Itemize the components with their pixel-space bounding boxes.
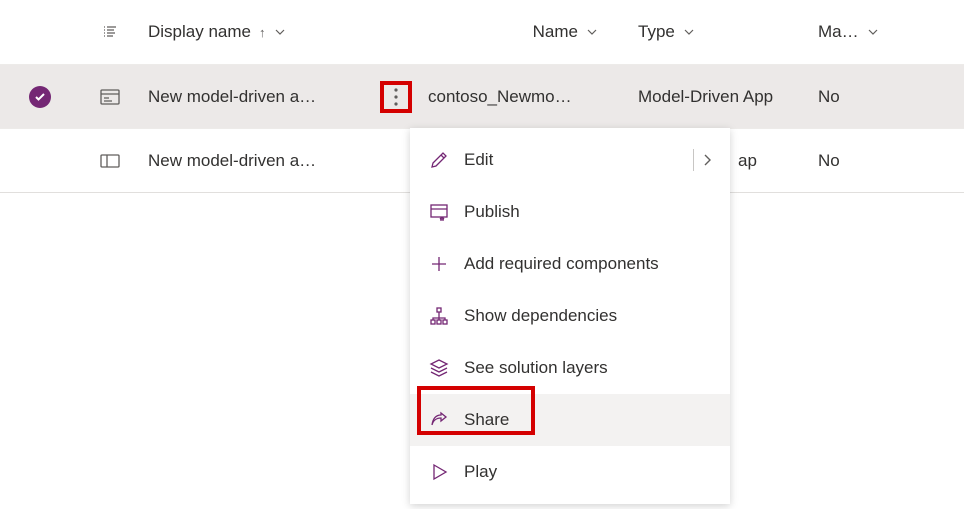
menu-show-dependencies[interactable]: Show dependencies <box>410 290 730 342</box>
menu-play[interactable]: Play <box>410 446 730 498</box>
menu-show-dependencies-label: Show dependencies <box>464 306 617 326</box>
column-managed[interactable]: Ma… <box>810 22 964 42</box>
menu-edit[interactable]: Edit <box>410 134 730 186</box>
more-vertical-icon <box>394 88 398 106</box>
column-type[interactable]: Type <box>630 22 810 42</box>
chevron-down-icon <box>274 26 286 38</box>
chevron-down-icon <box>683 26 695 38</box>
sort-ascending-icon: ↑ <box>259 25 266 40</box>
menu-share[interactable]: Share <box>410 394 730 446</box>
row-type-icon <box>80 154 140 168</box>
menu-publish[interactable]: Publish <box>410 186 730 238</box>
column-name[interactable]: Name <box>420 22 630 42</box>
row-select-checkbox[interactable] <box>0 86 80 108</box>
menu-edit-label: Edit <box>464 150 493 170</box>
row-managed: No <box>810 151 964 171</box>
dependencies-icon <box>428 305 450 327</box>
menu-see-layers[interactable]: See solution layers <box>410 342 730 394</box>
row-managed: No <box>810 87 964 107</box>
menu-add-components-label: Add required components <box>464 254 659 274</box>
more-actions-button[interactable] <box>380 81 412 113</box>
list-icon <box>102 24 118 40</box>
submenu-indicator <box>693 149 712 171</box>
plus-icon <box>428 253 450 275</box>
table-header-row: Display name ↑ Name Type Ma… <box>0 0 964 64</box>
column-icon-header[interactable] <box>80 24 140 40</box>
row-context-menu: Edit Publish Add required components Sho… <box>410 128 730 504</box>
column-display-name[interactable]: Display name ↑ <box>140 22 420 42</box>
publish-icon <box>428 201 450 223</box>
row-type: Model-Driven App <box>630 87 810 107</box>
chevron-down-icon <box>586 26 598 38</box>
menu-share-label: Share <box>464 410 509 430</box>
menu-publish-label: Publish <box>464 202 520 222</box>
column-managed-label: Ma… <box>818 22 859 42</box>
app-card-icon <box>100 89 120 105</box>
menu-see-layers-label: See solution layers <box>464 358 608 378</box>
menu-add-components[interactable]: Add required components <box>410 238 730 290</box>
row-display-name: New model-driven a… <box>140 151 324 171</box>
app-icon <box>100 154 120 168</box>
row-name: contoso_Newmo… <box>420 87 630 107</box>
layers-icon <box>428 357 450 379</box>
checked-icon <box>29 86 51 108</box>
column-type-label: Type <box>638 22 675 42</box>
menu-play-label: Play <box>464 462 497 482</box>
share-icon <box>428 409 450 431</box>
column-name-label: Name <box>533 22 578 42</box>
table-row[interactable]: New model-driven a… contoso_Newmo… Model… <box>0 64 964 128</box>
play-icon <box>428 461 450 483</box>
column-display-name-label: Display name <box>148 22 251 42</box>
chevron-down-icon <box>867 26 879 38</box>
row-display-name: New model-driven a… <box>140 87 324 107</box>
chevron-right-icon <box>702 153 712 167</box>
edit-icon <box>428 149 450 171</box>
row-type-icon <box>80 89 140 105</box>
